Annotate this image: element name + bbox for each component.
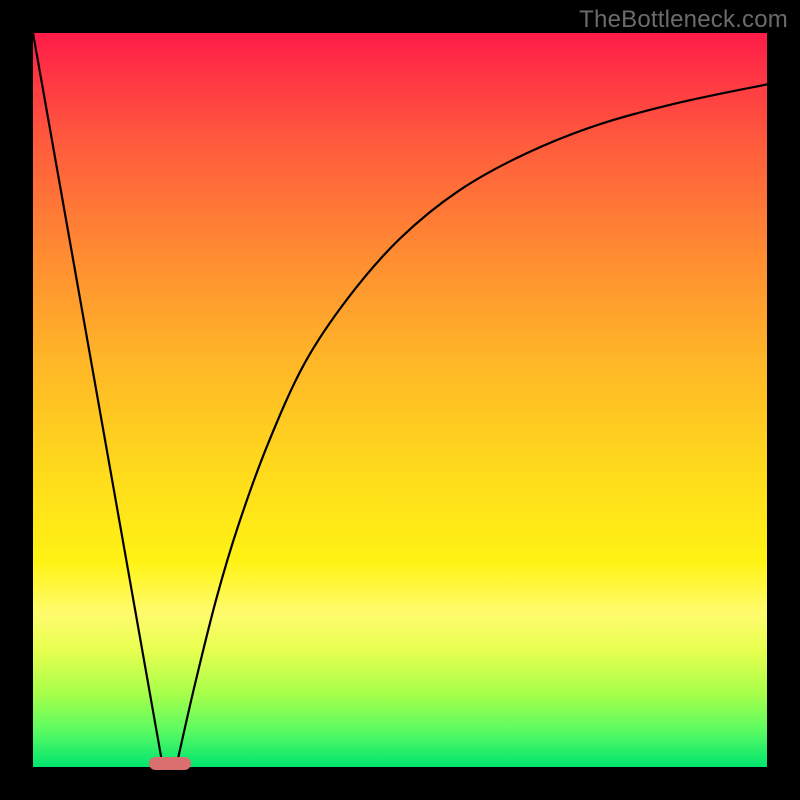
- curve-left-branch: [33, 33, 163, 767]
- watermark-text: TheBottleneck.com: [579, 6, 788, 34]
- curve-layer: [33, 33, 767, 767]
- optimum-marker: [149, 757, 191, 770]
- plot-area: [33, 33, 767, 767]
- chart-frame: TheBottleneck.com: [0, 0, 800, 800]
- curve-right-branch: [176, 84, 767, 767]
